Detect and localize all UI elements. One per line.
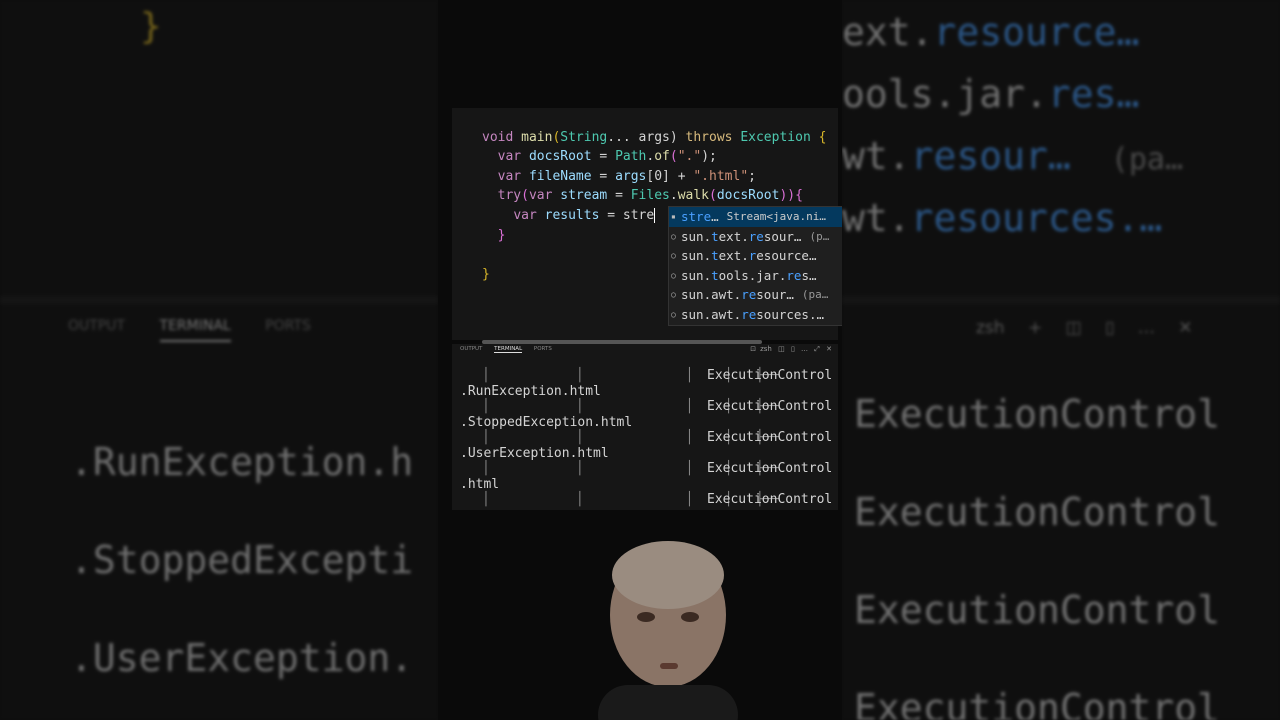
code-line-8: } bbox=[482, 266, 490, 282]
code-line-2: var docsRoot = Path.of("."); bbox=[497, 149, 717, 165]
terminal-icon[interactable]: ⊡ bbox=[750, 345, 756, 353]
panel-tabs: OUTPUT TERMINAL PORTS bbox=[460, 346, 562, 353]
more-icon[interactable]: … bbox=[801, 345, 808, 353]
tab-terminal[interactable]: TERMINAL bbox=[494, 346, 523, 353]
terminal-line: ExecutionControl bbox=[707, 492, 833, 507]
background-left-zoom: } OUTPUT TERMINAL PORTS .RunException.h … bbox=[0, 0, 438, 720]
trash-icon[interactable]: ▯ bbox=[791, 345, 795, 353]
bg-divider bbox=[842, 296, 1280, 304]
package-icon: ○ bbox=[671, 231, 676, 241]
bg-terminal-line: ExecutionControl bbox=[854, 392, 1221, 436]
variable-icon: ▪ bbox=[671, 212, 676, 221]
bg-tab-output: OUTPUT bbox=[68, 318, 126, 334]
code-line-5: var results = stre bbox=[513, 207, 656, 223]
bg-terminal-line: .RunException.h bbox=[70, 440, 414, 484]
bg-terminal-line: .UserException. bbox=[70, 636, 414, 680]
split-icon[interactable]: ◫ bbox=[778, 345, 785, 353]
code-line-3: var fileName = args[0] + ".html"; bbox=[497, 168, 756, 184]
terminal-line: .UserException.html bbox=[460, 446, 609, 461]
tab-output[interactable]: OUTPUT bbox=[460, 346, 482, 352]
bg-trash-icon: ▯ bbox=[1105, 318, 1115, 338]
terminal-line: ExecutionControl bbox=[707, 368, 833, 383]
text-cursor bbox=[654, 207, 656, 223]
bg-divider bbox=[0, 296, 438, 304]
suggestion-item[interactable]: ○ sun.awt.resources.… bbox=[669, 305, 842, 325]
code-line-4: try(var stream = Files.walk(docsRoot)){ bbox=[497, 188, 803, 204]
bg-code-line: ools.jar.res… bbox=[842, 72, 1140, 116]
package-icon: ○ bbox=[671, 290, 676, 300]
bg-terminal-line: ExecutionControl bbox=[854, 490, 1221, 534]
main-view: void main(String... args) throws Excepti… bbox=[438, 0, 842, 720]
bg-plus-icon: + bbox=[1027, 318, 1043, 338]
bg-more-icon: … bbox=[1137, 318, 1155, 338]
code-line-6: } bbox=[497, 227, 506, 243]
tab-ports[interactable]: PORTS bbox=[534, 346, 552, 352]
terminal-output[interactable]: │ │ │ │ ├── ExecutionControl .RunExcepti… bbox=[452, 360, 838, 510]
bottom-panel: OUTPUT TERMINAL PORTS ⊡ zsh ◫ ▯ … ⤢ ✕ │ │… bbox=[452, 344, 838, 510]
suggestion-item[interactable]: ▪ stre… Stream<java.ni… bbox=[669, 207, 842, 227]
bg-code-line: ext.resource… bbox=[842, 10, 1140, 54]
suggestion-item[interactable]: ○ sun.awt.resour… (pa… bbox=[669, 285, 842, 305]
bg-brace: } bbox=[140, 6, 162, 47]
presenter-webcam bbox=[598, 541, 738, 720]
close-icon[interactable]: ✕ bbox=[826, 345, 832, 353]
bg-terminal-line: ExecutionControl bbox=[854, 686, 1221, 720]
suggestion-item[interactable]: ○ sun.text.resource… bbox=[669, 246, 842, 266]
bg-terminal-line: ExecutionControl bbox=[854, 588, 1221, 632]
bg-tab-ports: PORTS bbox=[265, 318, 311, 334]
bg-panel-tabs: OUTPUT TERMINAL PORTS bbox=[68, 318, 341, 342]
terminal-line: ExecutionControl bbox=[707, 399, 833, 414]
suggestion-item[interactable]: ○ sun.tools.jar.res… bbox=[669, 266, 842, 286]
bg-tab-terminal: TERMINAL bbox=[159, 318, 231, 342]
shell-label[interactable]: zsh bbox=[760, 345, 772, 353]
code-line-1: void main(String... args) throws Excepti… bbox=[482, 129, 827, 145]
panel-actions: ⊡ zsh ◫ ▯ … ⤢ ✕ bbox=[746, 345, 832, 354]
bg-terminal-line: .StoppedExcepti bbox=[70, 538, 414, 582]
terminal-line: .html bbox=[460, 477, 500, 492]
terminal-line: .StoppedException.html bbox=[460, 415, 633, 430]
bg-code-line: wt.resour… (pa… bbox=[842, 134, 1184, 178]
code-editor[interactable]: void main(String... args) throws Excepti… bbox=[452, 108, 842, 340]
suggestion-item[interactable]: ○ sun.text.resour… (p… bbox=[669, 227, 842, 247]
terminal-line: ExecutionControl bbox=[707, 430, 833, 445]
terminal-line: .RunException.html bbox=[460, 384, 601, 399]
maximize-icon[interactable]: ⤢ bbox=[814, 345, 820, 353]
bg-panel-icons: zsh + ◫ ▯ … ✕ bbox=[976, 318, 1211, 338]
package-icon: ○ bbox=[671, 309, 676, 319]
background-right-zoom: ext.resource… ools.jar.res… wt.resour… (p… bbox=[842, 0, 1280, 720]
autocomplete-dropdown[interactable]: ▪ stre… Stream<java.ni… ○ sun.text.resou… bbox=[668, 206, 842, 326]
bg-split-icon: ◫ bbox=[1065, 318, 1082, 338]
package-icon: ○ bbox=[671, 251, 676, 261]
bg-shell-label: zsh bbox=[976, 318, 1005, 338]
bg-code-line: wt.resources.… bbox=[842, 196, 1163, 240]
terminal-line: ExecutionControl bbox=[707, 461, 833, 476]
package-icon: ○ bbox=[671, 270, 676, 280]
bg-close-icon: ✕ bbox=[1178, 318, 1193, 338]
